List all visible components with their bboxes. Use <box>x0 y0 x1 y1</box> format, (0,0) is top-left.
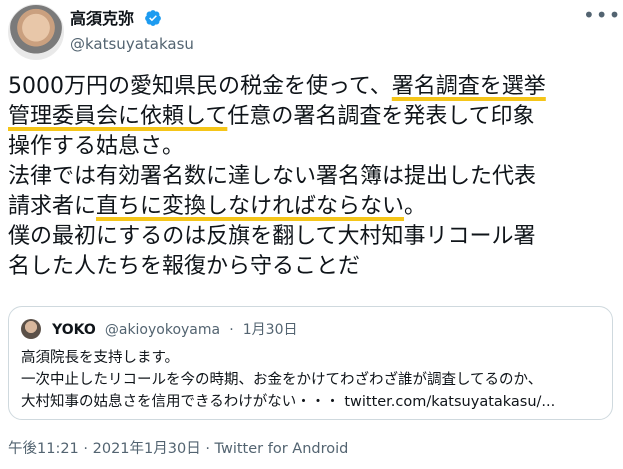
footer-separator-2: · <box>205 441 210 457</box>
tweet-date[interactable]: 2021年1月30日 <box>93 441 201 457</box>
tweet-text-segment: 任意の署名調査を発表して印象 <box>227 104 535 129</box>
tweet-footer: 午後11:21 · 2021年1月30日 · Twitter for Andro… <box>8 437 348 458</box>
quoted-text-line: 高須院長を支持します。 <box>21 350 180 366</box>
tweet-text-line: 法律では有効署名数に達しない署名簿は提出した代表 <box>8 162 615 192</box>
author-handle[interactable]: @katsuyatakasu <box>70 34 194 54</box>
quoted-tweet-header: YOKO @akioyokoyama · 1月30日 <box>21 319 297 339</box>
highlighted-text: 直ちに変換しなければならない <box>96 194 405 219</box>
tweet-text-line: 僕の最初にするのは反旗を翻して大村知事リコール署 <box>8 222 615 252</box>
tweet-text-segment: 請求者に <box>8 194 97 219</box>
tweet-text: 5000万円の愛知県民の税金を使って、署名調査を選挙 管理委員会に依頼して任意の署… <box>8 72 615 282</box>
tweet-text-segment: 5000万円の愛知県民の税金を使って、 <box>8 74 392 99</box>
quoted-tweet-text: 高須院長を支持します。一次中止したリコールを今の時期、お金をかけてわざわざ誰が調… <box>21 347 601 413</box>
tweet-text-line: 操作する姑息さ。 <box>8 132 615 162</box>
quoted-text-line: 大村知事の姑息さを信用できるわけがない・・・ twitter.com/katsu… <box>21 394 556 410</box>
quoted-tweet[interactable]: YOKO @akioyokoyama · 1月30日 高須院長を支持します。一次… <box>8 306 613 420</box>
tweet-text-line: 請求者に直ちに変換しなければならない。 <box>8 192 615 222</box>
tweet-source[interactable]: Twitter for Android <box>215 441 349 457</box>
quoted-author-avatar[interactable] <box>21 319 41 339</box>
footer-separator-1: · <box>83 441 89 457</box>
tweet-text-segment: 操作する姑息さ。 <box>8 134 185 159</box>
tweet-text-segment: 法律では有効署名数に達しない署名簿は提出した代表 <box>8 164 537 189</box>
quoted-text-line: 一次中止したリコールを今の時期、お金をかけてわざわざ誰が調査してるのか、 <box>21 372 543 388</box>
quoted-date[interactable]: 1月30日 <box>243 322 298 338</box>
quoted-author-handle[interactable]: @akioyokoyama <box>105 322 220 338</box>
author-display-name-row[interactable]: 高須克弥 <box>70 9 194 29</box>
author-display-name[interactable]: 高須克弥 <box>70 9 134 28</box>
quoted-separator: · <box>229 322 234 338</box>
tweet-text-segment: 名した人たちを報復から守ることだ <box>8 254 361 279</box>
highlighted-text: 署名調査を選挙 <box>391 74 546 99</box>
highlighted-text: 管理委員会に依頼して <box>8 104 228 129</box>
more-options-icon[interactable]: ••• <box>583 5 620 32</box>
tweet-time[interactable]: 午後11:21 <box>8 441 79 457</box>
tweet-text-line: 名した人たちを報復から守ることだ <box>8 252 615 282</box>
author-info: 高須克弥 @katsuyatakasu <box>70 9 194 54</box>
verified-badge-icon <box>144 10 161 26</box>
tweet-header: 高須克弥 @katsuyatakasu ••• <box>8 4 620 62</box>
tweet-text-line: 5000万円の愛知県民の税金を使って、署名調査を選挙 <box>8 72 615 102</box>
author-avatar[interactable] <box>8 4 64 60</box>
tweet-text-line: 管理委員会に依頼して任意の署名調査を発表して印象 <box>8 102 615 132</box>
quoted-author-name[interactable]: YOKO <box>52 322 96 338</box>
tweet-text-segment: 僕の最初にするのは反旗を翻して大村知事リコール署 <box>8 224 536 249</box>
tweet-text-segment: 。 <box>404 194 427 219</box>
